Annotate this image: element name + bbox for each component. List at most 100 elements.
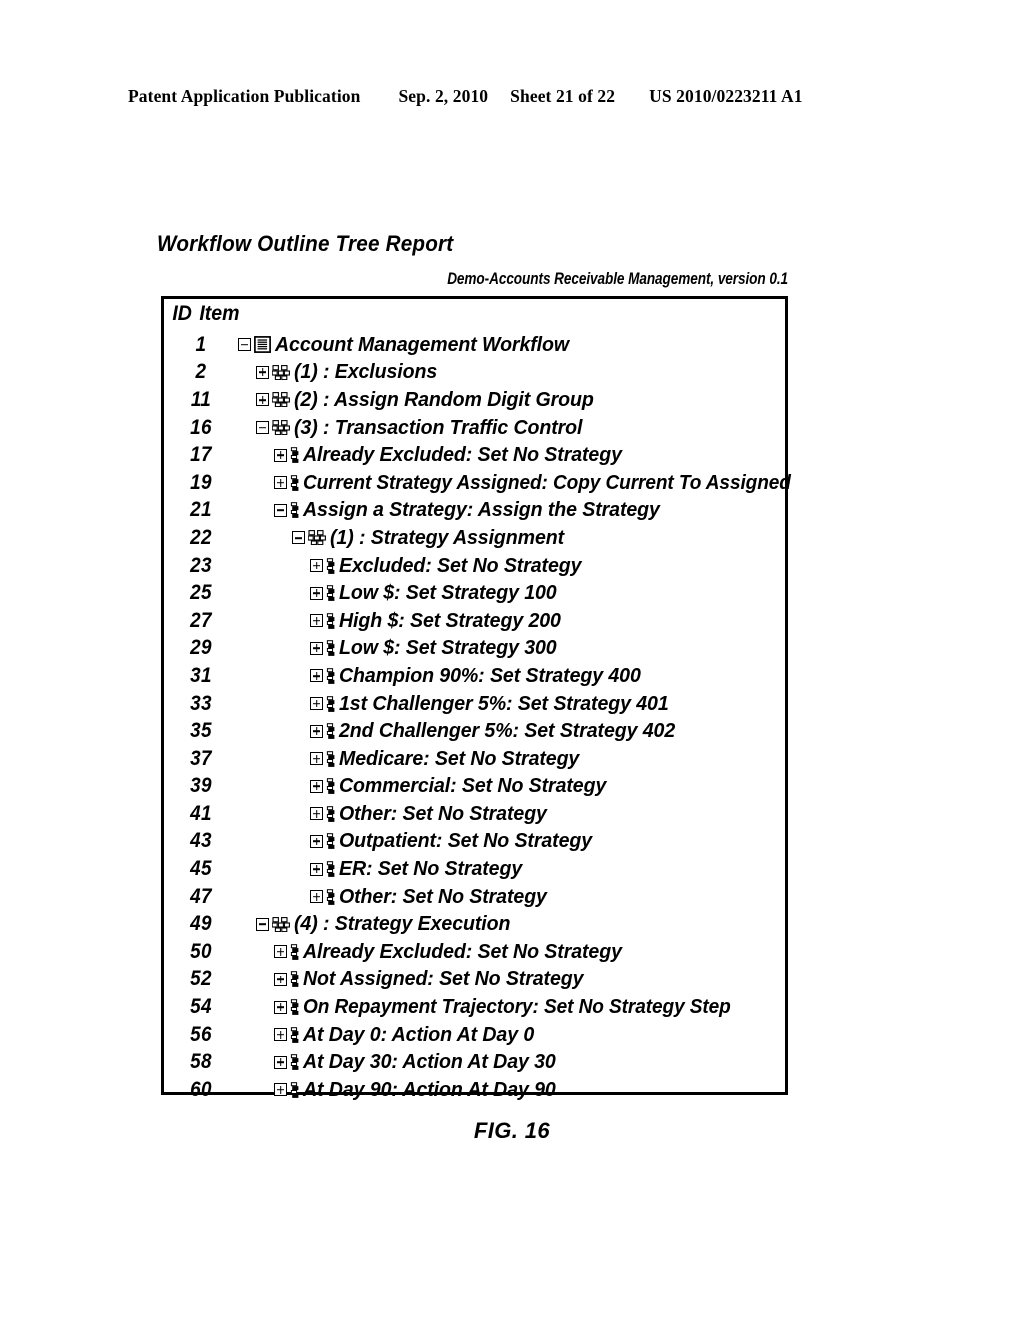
tree-row-id: 56: [190, 1022, 212, 1046]
tree-row[interactable]: 37 Medicare: Set No Strategy: [164, 745, 785, 773]
collapse-minus-icon[interactable]: [292, 531, 305, 545]
tree-row-id: 43: [190, 829, 212, 853]
tree-row[interactable]: 29 Low $: Set Strategy 300: [164, 635, 785, 663]
tree-row[interactable]: 43 Outpatient: Set No Strategy: [164, 828, 785, 856]
tree-row[interactable]: 31 Champion 90%: Set Strategy 400: [164, 662, 785, 690]
rule-step-icon: [290, 502, 299, 519]
figure-caption: FIG. 16: [473, 1118, 551, 1143]
tree-row[interactable]: 54 On Repayment Trajectory: Set No Strate…: [164, 993, 785, 1021]
rule-step-icon: [290, 1082, 299, 1098]
publication-date: Sep. 2, 2010: [398, 86, 489, 106]
expand-plus-icon[interactable]: [256, 365, 269, 379]
expand-plus-icon[interactable]: [310, 559, 323, 573]
expand-plus-icon[interactable]: [310, 669, 323, 683]
tree-row[interactable]: 60 At Day 90: Action At Day 90: [164, 1076, 785, 1104]
tree-row-body: Not Assigned: Set No Strategy: [238, 967, 785, 991]
expand-plus-icon[interactable]: [274, 972, 287, 986]
expand-plus-icon[interactable]: [274, 476, 287, 490]
expand-plus-icon[interactable]: [310, 862, 323, 876]
tree-row[interactable]: 50 Already Excluded: Set No Strategy: [164, 938, 785, 966]
collapse-minus-icon[interactable]: [238, 338, 251, 352]
tree-row[interactable]: 11 (2) : Assign Random Digit Group: [164, 386, 785, 414]
tree-row[interactable]: 2 (1) : Exclusions: [164, 359, 785, 387]
tree-row[interactable]: 25 Low $: Set Strategy 100: [164, 579, 785, 607]
expand-plus-icon[interactable]: [310, 586, 323, 600]
tree-row-body: 2nd Challenger 5%: Set Strategy 402: [238, 719, 785, 743]
tree-row-label: Excluded: Set No Strategy: [339, 553, 582, 577]
expand-plus-icon[interactable]: [274, 945, 287, 959]
expand-plus-icon[interactable]: [310, 752, 323, 766]
tree-row[interactable]: 23 Excluded: Set No Strategy: [164, 552, 785, 580]
process-group-icon: [272, 364, 290, 380]
tree-row[interactable]: 35 2nd Challenger 5%: Set Strategy 402: [164, 717, 785, 745]
tree-row-id: 29: [190, 636, 212, 660]
tree-row[interactable]: 45 ER: Set No Strategy: [164, 855, 785, 883]
tree-row-body: Low $: Set Strategy 300: [238, 636, 785, 660]
rule-step-icon: [326, 861, 335, 877]
expand-plus-icon[interactable]: [310, 779, 323, 793]
tree-row[interactable]: 47 Other: Set No Strategy: [164, 883, 785, 911]
expand-plus-icon[interactable]: [274, 448, 287, 462]
tree-row-label: (1) : Exclusions: [294, 360, 438, 384]
tree-row[interactable]: 52 Not Assigned: Set No Strategy: [164, 966, 785, 994]
tree-row[interactable]: 19 Current Strategy Assigned: Copy Curren…: [164, 469, 791, 497]
process-group-icon: [308, 530, 326, 546]
expand-plus-icon[interactable]: [274, 1083, 287, 1097]
expand-plus-icon[interactable]: [310, 614, 323, 628]
expand-plus-icon[interactable]: [310, 834, 323, 848]
tree-row-body: On Repayment Trajectory: Set No Strategy…: [238, 995, 785, 1019]
tree-row[interactable]: 21 Assign a Strategy: Assign the Strategy: [164, 497, 785, 525]
tree-row-body: At Day 0: Action At Day 0: [238, 1023, 785, 1047]
tree-row[interactable]: 33 1st Challenger 5%: Set Strategy 401: [164, 690, 785, 718]
tree-row-body: High $: Set Strategy 200: [238, 609, 785, 633]
tree-row-body: (1) : Exclusions: [238, 360, 785, 384]
expand-plus-icon[interactable]: [310, 697, 323, 711]
tree-row-label: High $: Set Strategy 200: [339, 608, 561, 632]
rule-step-icon: [290, 944, 299, 960]
tree-row-body: Account Management Workflow: [238, 333, 785, 357]
tree-row-label: Already Excluded: Set No Strategy: [303, 939, 622, 963]
process-group-icon: [272, 392, 290, 408]
tree-row-label: At Day 30: Action At Day 30: [303, 1050, 556, 1074]
column-header-item: Item: [199, 302, 240, 325]
expand-plus-icon[interactable]: [274, 1000, 287, 1014]
expand-plus-icon[interactable]: [310, 807, 323, 821]
tree-row[interactable]: 56 At Day 0: Action At Day 0: [164, 1021, 785, 1049]
tree-row-id: 2: [195, 360, 207, 384]
tree-row-label: (1) : Strategy Assignment: [330, 525, 565, 549]
tree-row-id: 58: [190, 1050, 212, 1074]
tree-row[interactable]: 49 (4) : Strategy Execution: [164, 910, 785, 938]
tree-row[interactable]: 1 Account Management Workflow: [164, 331, 785, 359]
expand-plus-icon[interactable]: [256, 393, 269, 407]
expand-plus-icon[interactable]: [310, 641, 323, 655]
tree-row[interactable]: 27 High $: Set Strategy 200: [164, 607, 785, 635]
tree-row-id: 31: [190, 663, 212, 687]
rule-step-icon: [290, 1026, 299, 1043]
process-group-icon: [272, 916, 290, 932]
process-group-icon: [272, 420, 290, 436]
tree-row-id: 37: [190, 746, 212, 770]
tree-row[interactable]: 41 Other: Set No Strategy: [164, 800, 785, 828]
collapse-minus-icon[interactable]: [256, 421, 269, 435]
expand-plus-icon[interactable]: [274, 1055, 287, 1069]
expand-plus-icon[interactable]: [310, 890, 323, 904]
collapse-minus-icon[interactable]: [256, 917, 269, 931]
expand-plus-icon[interactable]: [274, 1028, 287, 1042]
tree-row[interactable]: 22 (1) : Strategy Assignment: [164, 524, 785, 552]
rule-step-icon: [326, 833, 335, 850]
tree-row-body: Already Excluded: Set No Strategy: [238, 940, 785, 964]
collapse-minus-icon[interactable]: [274, 503, 287, 517]
tree-row[interactable]: 17 Already Excluded: Set No Strategy: [164, 441, 785, 469]
tree-row-id: 25: [190, 581, 212, 605]
tree-row[interactable]: 16 (3) : Transaction Traffic Control: [164, 414, 785, 442]
tree-row[interactable]: 39 Commercial: Set No Strategy: [164, 773, 785, 801]
tree-row-id: 22: [190, 525, 212, 549]
tree-row-id: 16: [190, 415, 212, 439]
tree-row[interactable]: 58 At Day 30: Action At Day 30: [164, 1048, 785, 1076]
expand-plus-icon[interactable]: [310, 724, 323, 738]
